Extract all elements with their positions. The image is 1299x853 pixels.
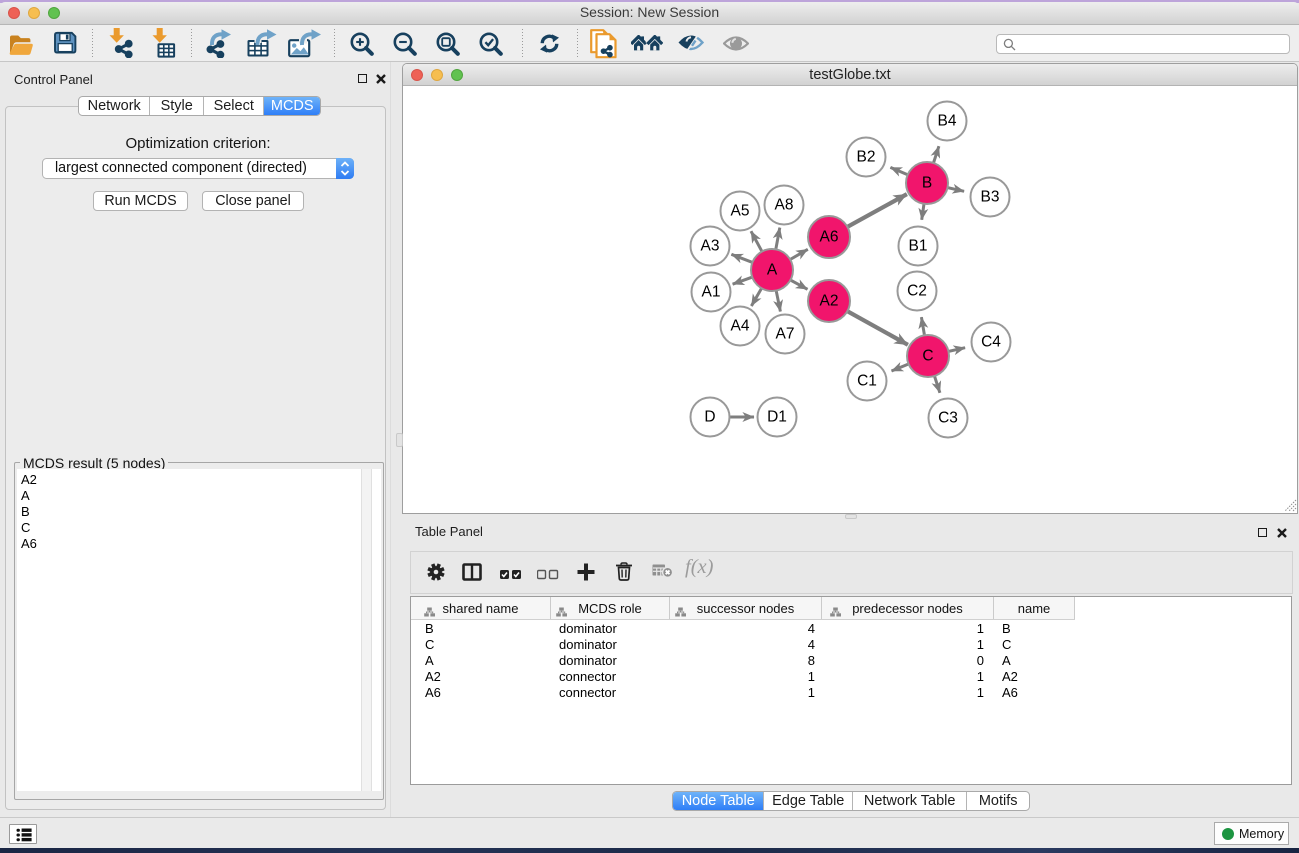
svg-text:A6: A6: [820, 229, 839, 246]
svg-text:D: D: [704, 409, 715, 426]
svg-text:A4: A4: [731, 318, 750, 335]
svg-text:A3: A3: [701, 238, 720, 255]
svg-text:A7: A7: [776, 326, 795, 343]
svg-text:C4: C4: [981, 334, 1001, 351]
svg-text:A8: A8: [775, 197, 794, 214]
svg-text:D1: D1: [767, 409, 787, 426]
svg-text:A2: A2: [820, 293, 839, 310]
svg-text:A5: A5: [731, 203, 750, 220]
svg-text:C3: C3: [938, 410, 958, 427]
svg-text:C1: C1: [857, 373, 877, 390]
svg-text:B: B: [922, 175, 932, 192]
svg-text:B1: B1: [909, 238, 928, 255]
svg-text:A1: A1: [702, 284, 721, 301]
svg-text:C2: C2: [907, 283, 927, 300]
svg-text:B3: B3: [981, 189, 1000, 206]
svg-text:B2: B2: [857, 149, 876, 166]
svg-text:C: C: [922, 348, 933, 365]
svg-text:A: A: [767, 262, 778, 279]
svg-text:B4: B4: [938, 113, 957, 130]
